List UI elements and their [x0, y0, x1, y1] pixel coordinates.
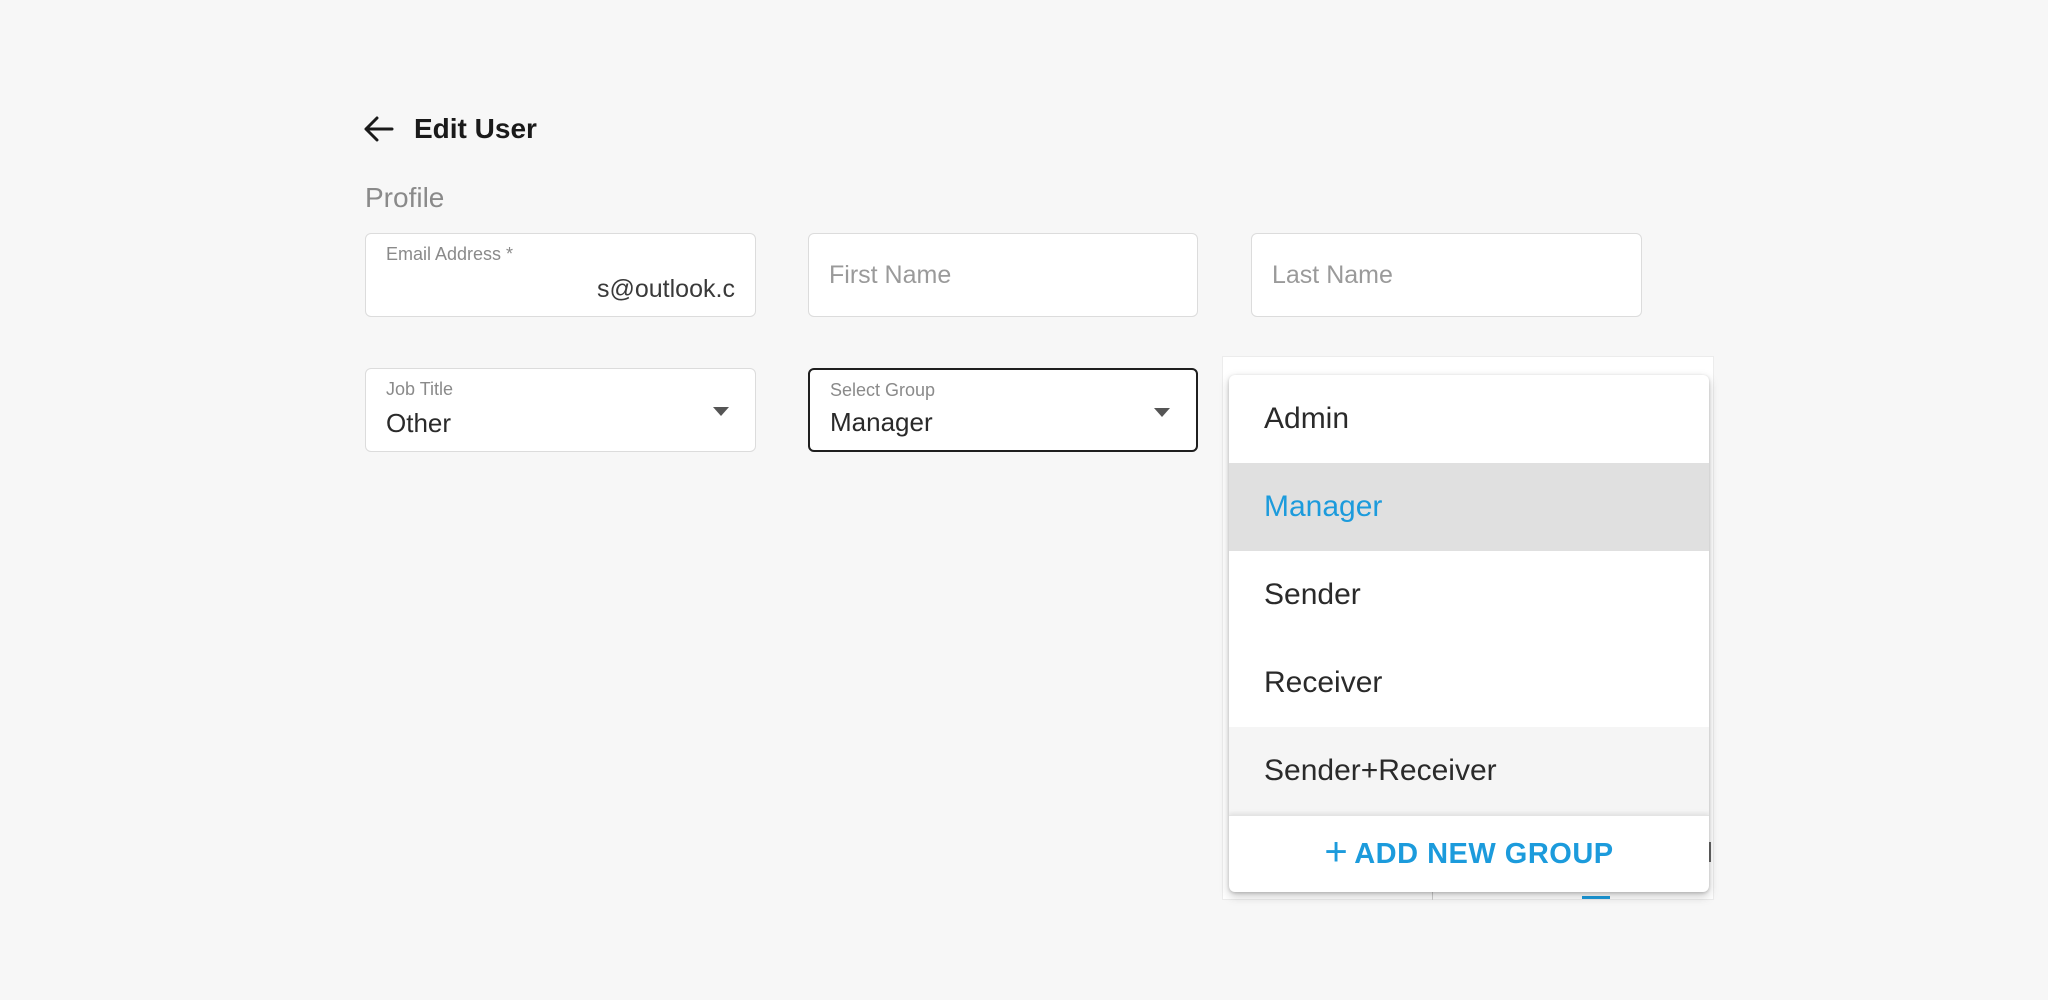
add-new-group-button[interactable]: + ADD NEW GROUP [1229, 815, 1709, 892]
last-name-field[interactable]: Last Name [1251, 233, 1642, 317]
add-new-group-label: ADD NEW GROUP [1354, 837, 1614, 870]
plus-icon: + [1324, 830, 1349, 874]
dropdown-option-receiver[interactable]: Receiver [1229, 639, 1709, 727]
email-field[interactable]: Email Address * s@outlook.c [365, 233, 756, 317]
dropdown-option-manager[interactable]: Manager [1229, 463, 1709, 551]
background-accent [1582, 896, 1610, 899]
job-title-label: Job Title [386, 379, 454, 399]
caret-down-icon [713, 407, 729, 416]
job-title-value: Other [386, 408, 452, 438]
section-title-profile: Profile [365, 182, 445, 213]
page-title: Edit User [414, 113, 537, 144]
first-name-field[interactable]: First Name [808, 233, 1198, 317]
group-select[interactable]: Select Group Manager [808, 368, 1198, 452]
page-header: Edit User [362, 106, 537, 152]
email-field-value[interactable]: s@outlook.c [597, 275, 737, 304]
dropdown-option-sender-receiver[interactable]: Sender+Receiver [1229, 727, 1709, 815]
group-select-value: Manager [830, 407, 933, 437]
dropdown-option-admin[interactable]: Admin [1229, 375, 1709, 463]
group-select-label: Select Group [830, 380, 936, 400]
job-title-select[interactable]: Job Title Other [365, 368, 756, 452]
back-button[interactable] [362, 112, 396, 146]
arrow-left-icon [364, 116, 394, 142]
dropdown-option-sender[interactable]: Sender [1229, 551, 1709, 639]
group-dropdown-menu: Admin Manager Sender Receiver Sender+Rec… [1229, 375, 1709, 892]
caret-down-icon [1154, 408, 1170, 417]
first-name-placeholder: First Name [829, 260, 952, 289]
email-field-label: Email Address * [386, 244, 514, 264]
last-name-placeholder: Last Name [1272, 260, 1393, 289]
